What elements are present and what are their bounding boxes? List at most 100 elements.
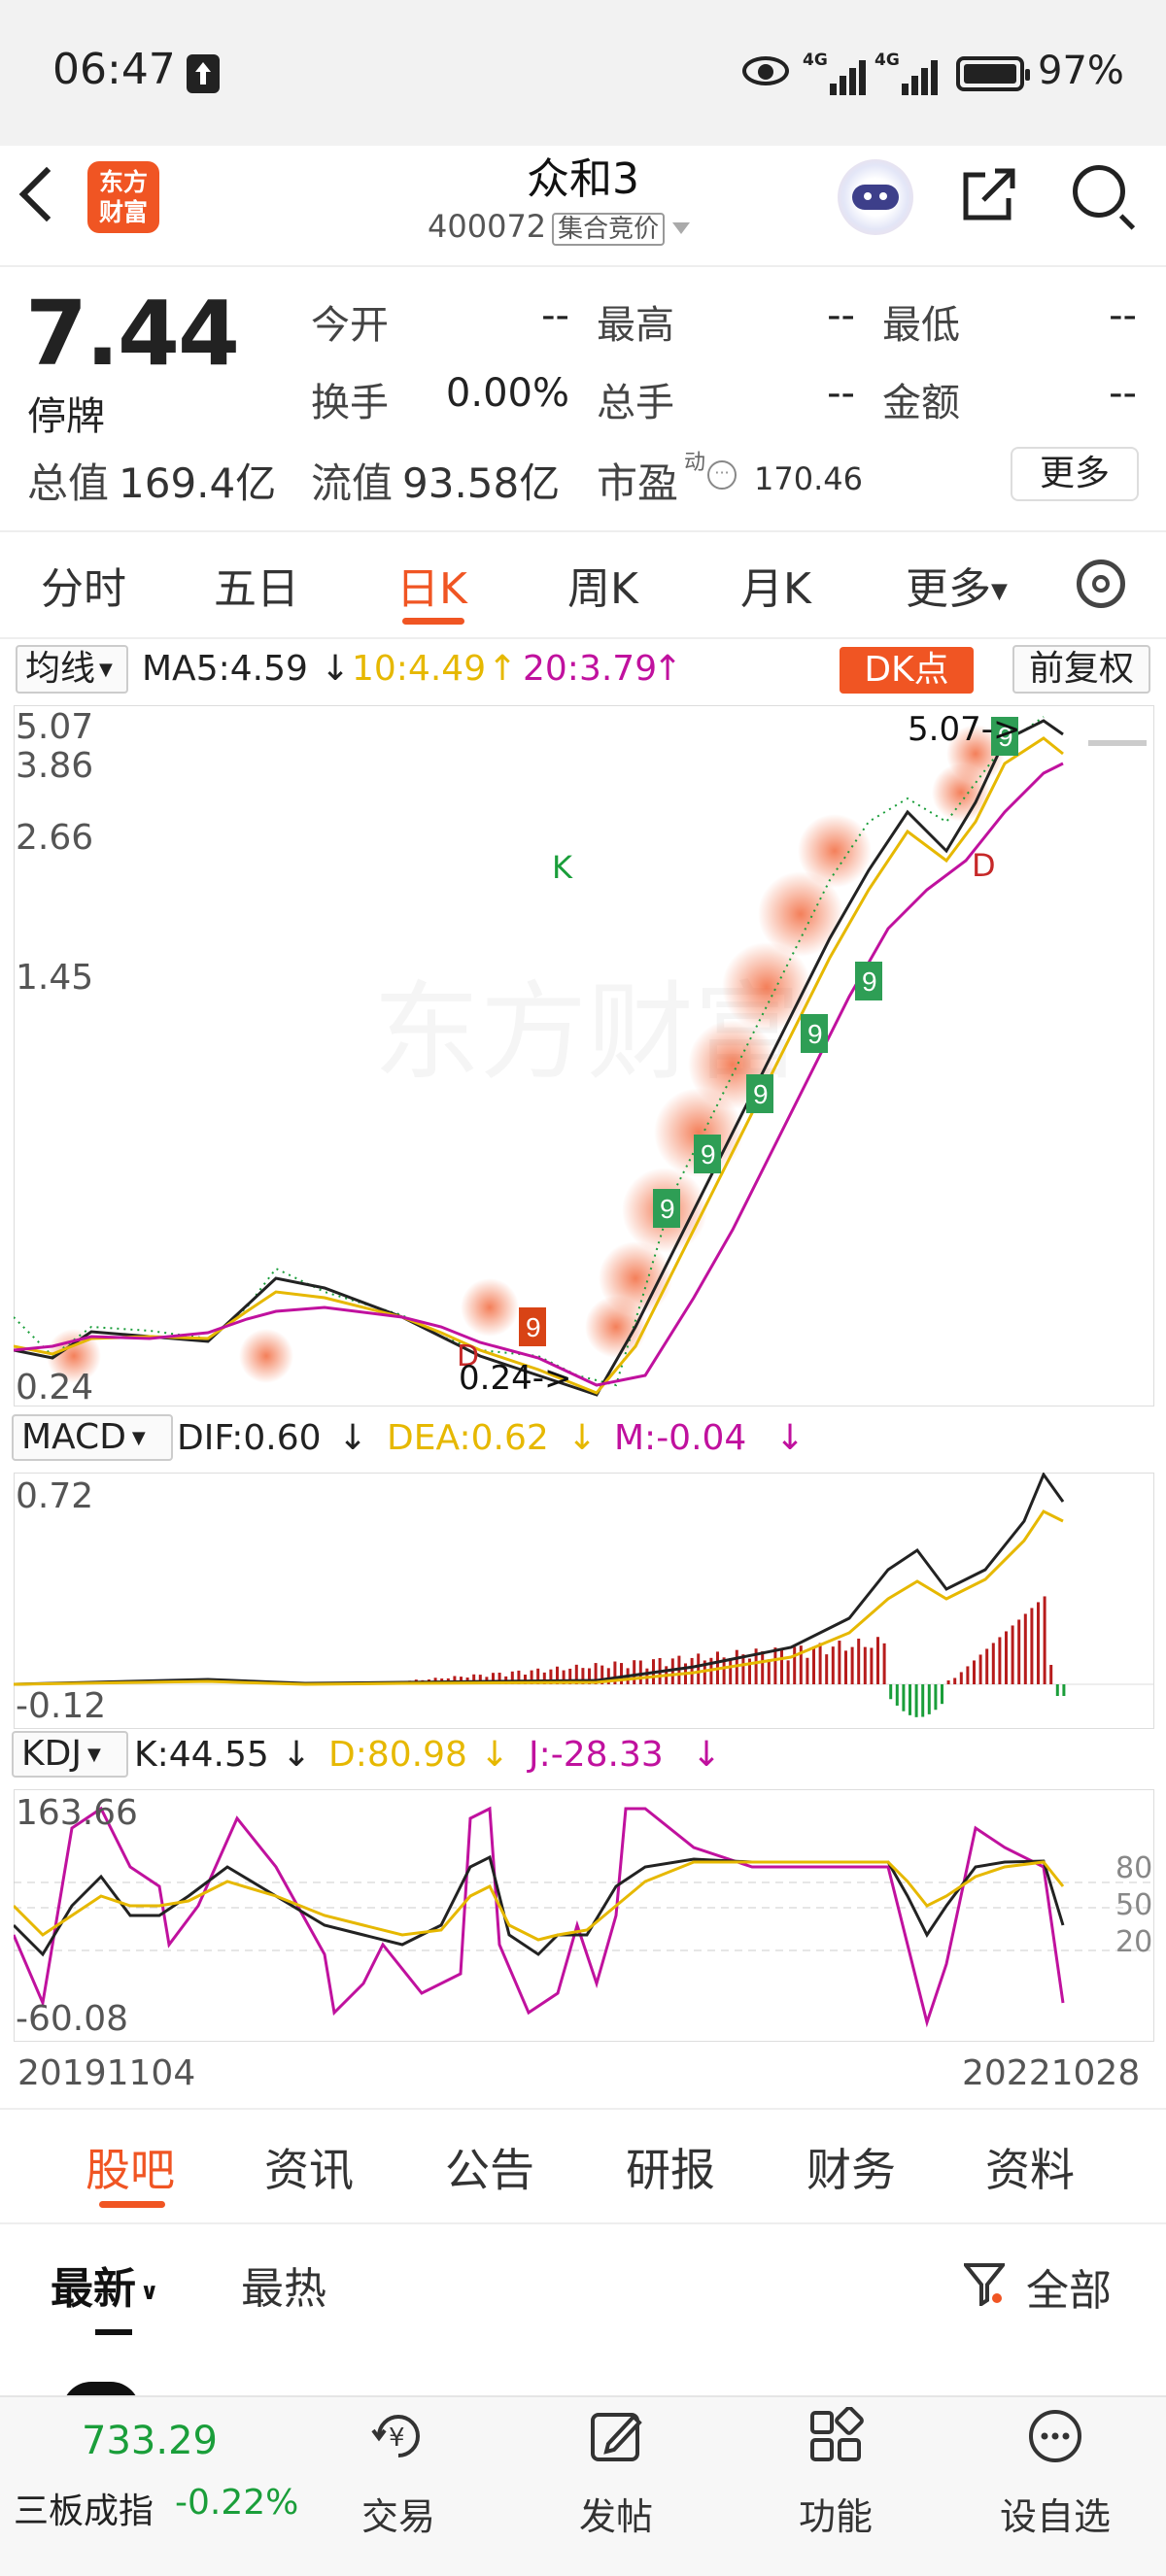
kdj-level: 20 [1115,1925,1153,1959]
tab-intraday[interactable]: 分时 [41,554,126,616]
sort-latest[interactable]: 最新 ∨ [51,2254,159,2316]
battery-icon [956,56,1030,91]
mktcap-label: 总值 [27,459,110,507]
macd-y-bottom: -0.12 [16,1686,107,1726]
tab-finance[interactable]: 财务 [806,2135,896,2199]
macd-chart[interactable] [14,1473,1154,1729]
macd-m: M:-0.04 [614,1418,747,1458]
tab-guba[interactable]: 股吧 [86,2135,175,2199]
kdj-selector[interactable]: KDJ ▼ [12,1731,128,1778]
tab-announcements[interactable]: 公告 [445,2135,534,2199]
filter-all[interactable]: 全部 [1026,2255,1112,2318]
mktcap-value: 169.4亿 [119,459,277,507]
macd-bar [1055,1684,1059,1696]
trading-status: 停牌 [27,394,105,439]
status-time: 06:47 [52,45,176,94]
post-icon[interactable] [587,2407,645,2465]
more-button[interactable]: 更多 [1011,447,1139,501]
macd-bar [844,1650,847,1684]
nav-functions[interactable]: 功能 [758,2487,913,2540]
macd-dif: DIF:0.60 [177,1418,322,1458]
more-dots-icon[interactable]: ··· [707,460,737,490]
assistant-robot-icon[interactable] [838,159,913,235]
search-icon[interactable] [1073,165,1125,218]
sort-hot[interactable]: 最热 [241,2254,326,2316]
tab-daily-k[interactable]: 日K [396,554,467,616]
macd-y-top: 0.72 [16,1476,94,1516]
macd-bar [941,1684,943,1705]
macd-selector[interactable]: MACD ▼ [12,1414,173,1461]
indicator-selector-label: 均线 [25,649,96,689]
macd-bar [909,1684,911,1715]
auction-tag: 集合竞价 [552,213,666,246]
macd-bar [729,1658,733,1684]
kdj-chart[interactable] [14,1789,1154,2042]
macd-bar [786,1660,790,1684]
macd-bar [1037,1602,1040,1684]
nav-post[interactable]: 发帖 [538,2487,694,2540]
tab-weekly-k[interactable]: 周K [567,554,638,616]
y-label: 3.86 [16,746,94,786]
divider [0,2222,1166,2224]
macd-bar [998,1637,1002,1684]
dif-arrow-icon: ↓ [338,1418,368,1458]
macd-bar [741,1654,745,1684]
tab-research[interactable]: 研报 [626,2135,715,2199]
status-bar: 06:47 4G 4G 97% [0,0,1166,146]
macd-bar [1005,1631,1008,1684]
macd-bar [1043,1596,1046,1684]
functions-icon[interactable] [806,2407,865,2465]
tab-more[interactable]: 更多▼ [906,554,1008,616]
macd-bar [927,1684,931,1714]
macd-bar [767,1659,771,1684]
open-label: 今开 [311,303,389,348]
sort-underline [95,2329,132,2335]
macd-bar [1023,1613,1027,1684]
index-value[interactable]: 733.29 [82,2419,218,2463]
add-watchlist-icon[interactable] [1026,2407,1084,2465]
low-value: -- [1109,293,1137,338]
chevron-down-icon [672,222,691,234]
signal-icon: 4G [803,51,873,95]
tab-five-day[interactable]: 五日 [214,554,299,616]
kdj-selector-label: KDJ [21,1734,82,1774]
share-icon[interactable] [960,167,1018,223]
kdj-level: 50 [1115,1888,1153,1922]
amount-label: 金额 [882,381,960,425]
macd-bar [991,1643,995,1684]
index-name[interactable]: 三板成指 [14,2483,154,2533]
tab-monthly-k[interactable]: 月K [740,554,811,616]
adjust-button[interactable]: 前复权 [1012,645,1150,694]
kdj-level: 80 [1115,1851,1153,1885]
ma10-arrow-icon: ↑ [488,649,518,689]
filter-icon[interactable] [964,2261,1005,2306]
indicator-selector[interactable]: 均线 ▼ [16,645,128,694]
stock-code-row[interactable]: 400072 集合竞价 [428,208,691,246]
dk-point-button[interactable]: DK点 [840,647,974,694]
divider [0,2108,1166,2110]
svg-text:9: 9 [526,1312,541,1342]
nav-trade[interactable]: 交易 [321,2487,476,2540]
macd-bar [946,1680,950,1684]
ma5-value: MA5:4.59 [142,649,308,689]
macd-bar [870,1647,874,1684]
tab-news[interactable]: 资讯 [264,2135,354,2199]
caret-down-icon: ▼ [86,1745,101,1765]
date-end: 20221028 [962,2053,1141,2093]
macd-bar [850,1646,854,1684]
latest-price-marker [1088,740,1147,746]
kline-chart[interactable]: 东方财富 9 9 9 9 9 9 9 K D D 5.07-> 0.24-> [14,705,1154,1407]
macd-bar [857,1638,861,1684]
nav-watchlist[interactable]: 设自选 [977,2487,1133,2540]
gear-icon[interactable] [1077,559,1125,608]
m-arrow-icon: ↓ [775,1418,806,1458]
macd-bar [793,1646,797,1684]
low-label: 最低 [882,303,960,348]
macd-bar [1049,1665,1053,1684]
ma10-value: 10:4.49 [352,649,487,689]
kdj-d: D:80.98 [328,1735,467,1775]
tab-profile[interactable]: 资料 [985,2135,1075,2199]
signal-icon: 4G [874,51,944,95]
trade-icon[interactable]: ¥ [369,2407,428,2465]
stock-code: 400072 [428,208,547,245]
